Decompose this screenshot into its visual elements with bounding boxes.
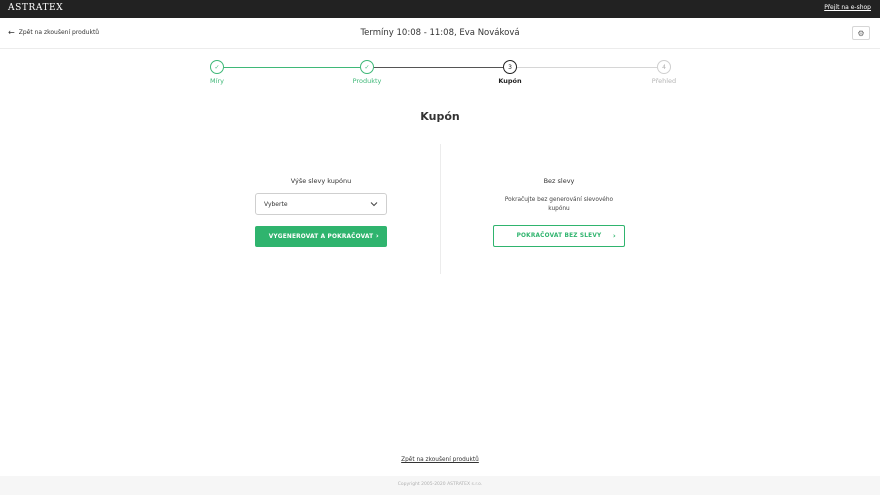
- chevron-right-icon: ›: [375, 232, 379, 240]
- page-title: Termíny 10:08 - 11:08, Eva Nováková: [360, 28, 520, 38]
- discount-select[interactable]: Vyberte: [255, 193, 387, 215]
- check-icon: ✓: [210, 60, 224, 74]
- step-label: Produkty: [352, 77, 382, 85]
- generate-continue-label: VYGENEROVAT A POKRAČOVAT: [268, 233, 374, 240]
- copyright-text: Copyright 2005-2020 ASTRATEX s.r.o.: [397, 482, 483, 487]
- step-label: Kupón: [498, 77, 522, 85]
- description-line: Pokračujte bez generování slevového: [504, 197, 614, 203]
- bottom-back-link-wrap: Zpět na zkoušení produktů: [0, 457, 880, 463]
- gear-icon: ⚙: [857, 28, 865, 38]
- continue-without-discount-label: POKRAČOVAT BEZ SLEVY: [516, 233, 602, 239]
- eshop-link[interactable]: Přejít na e-shop: [824, 4, 871, 11]
- chevron-down-icon: [370, 202, 378, 207]
- step-prehled: 4 Přehled: [634, 60, 694, 85]
- no-discount-label: Bez slevy: [543, 177, 575, 185]
- progress-stepper: ✓ Míry ✓ Produkty 3 Kupón 4 Přehled: [0, 60, 880, 90]
- footer: Copyright 2005-2020 ASTRATEX s.r.o.: [0, 476, 880, 495]
- continue-without-discount-button[interactable]: POKRAČOVAT BEZ SLEVY ›: [493, 225, 625, 247]
- generate-continue-button[interactable]: VYGENEROVAT A POKRAČOVAT ›: [255, 226, 387, 247]
- page-header: ← Zpět na zkoušení produktů Termíny 10:0…: [0, 18, 880, 49]
- chevron-right-icon: ›: [612, 232, 616, 240]
- check-icon: ✓: [360, 60, 374, 74]
- discount-amount-label: Výše slevy kupónu: [290, 177, 352, 185]
- step-miry[interactable]: ✓ Míry: [187, 60, 247, 85]
- column-divider: [440, 144, 441, 274]
- brand-logo[interactable]: ASTRATEX: [8, 3, 63, 13]
- settings-button[interactable]: ⚙: [852, 26, 870, 40]
- step-number: 3: [503, 60, 517, 74]
- step-label: Míry: [210, 77, 224, 85]
- section-title: Kupón: [420, 110, 460, 123]
- top-bar: ASTRATEX Přejít na e-shop: [0, 0, 880, 18]
- no-discount-description: Pokračujte bez generování slevového kupó…: [493, 196, 625, 214]
- step-label: Přehled: [651, 77, 677, 85]
- step-produkty[interactable]: ✓ Produkty: [337, 60, 397, 85]
- step-number: 4: [657, 60, 671, 74]
- description-line: kupónu: [548, 206, 570, 212]
- discount-select-value: Vyberte: [264, 200, 288, 208]
- step-kupon: 3 Kupón: [480, 60, 540, 85]
- bottom-back-link[interactable]: Zpět na zkoušení produktů: [401, 457, 479, 463]
